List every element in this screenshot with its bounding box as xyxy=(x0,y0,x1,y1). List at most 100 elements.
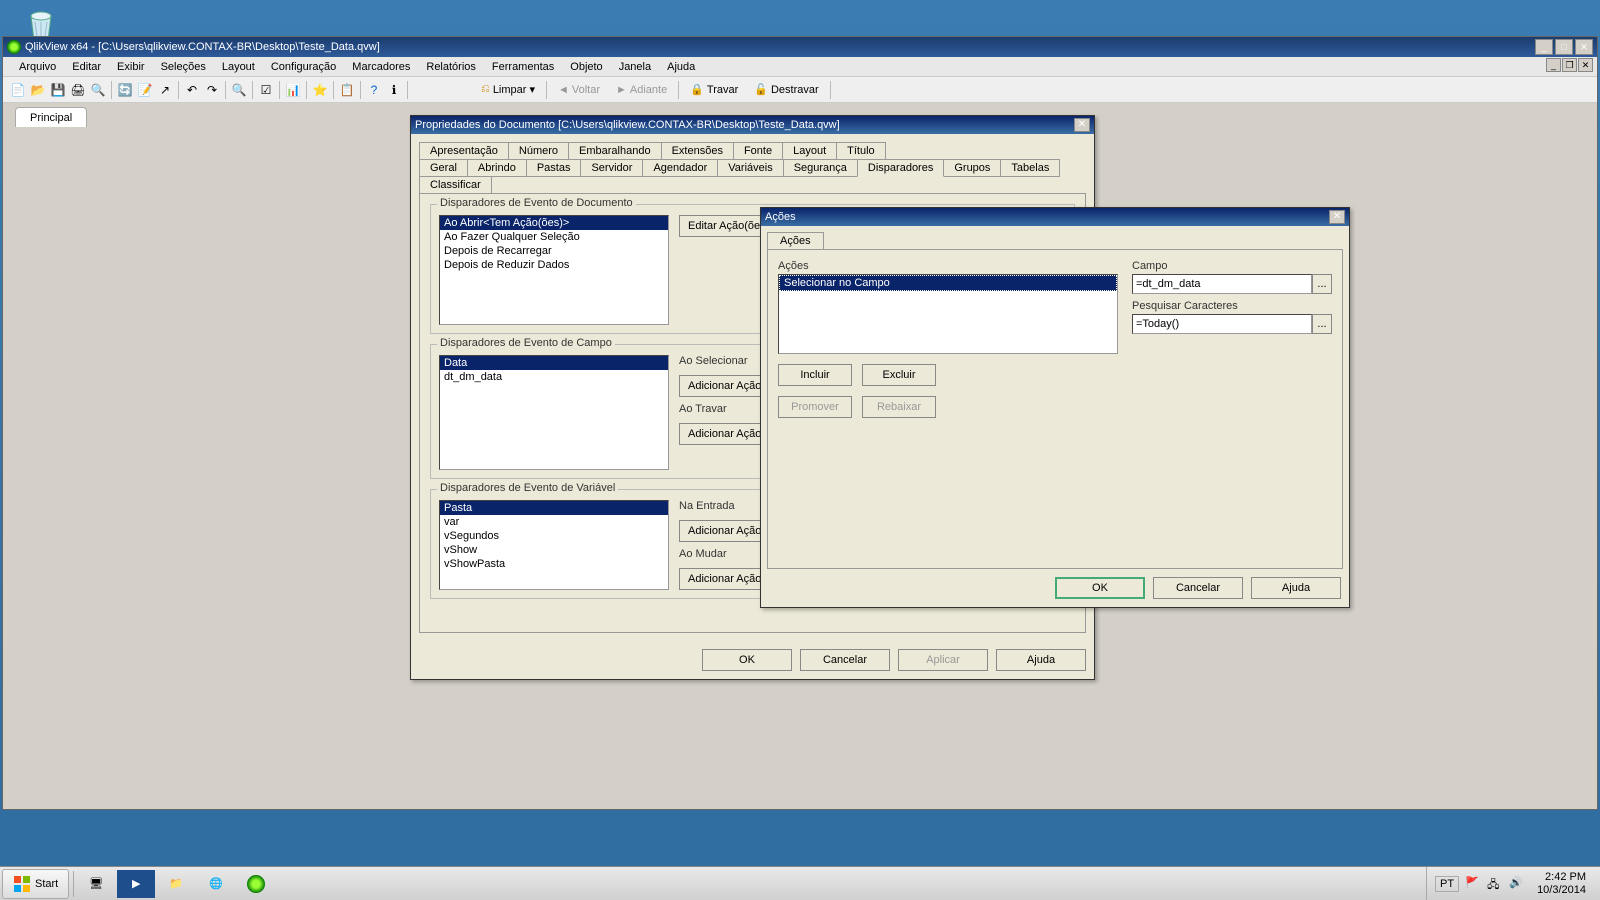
incluir-button[interactable]: Incluir xyxy=(778,364,852,386)
apply-button[interactable]: Aplicar xyxy=(898,649,988,671)
maximize-button[interactable]: □ xyxy=(1555,39,1573,55)
minimize-button[interactable]: _ xyxy=(1535,39,1553,55)
edit-script-icon[interactable]: 📝 xyxy=(136,81,154,99)
campo-input[interactable] xyxy=(1132,274,1312,294)
tab-variaveis[interactable]: Variáveis xyxy=(717,159,783,177)
chart-wizard-icon[interactable]: 📊 xyxy=(284,81,302,99)
task-qlikview[interactable] xyxy=(237,870,275,898)
language-indicator[interactable]: PT xyxy=(1435,876,1459,892)
tab-titulo[interactable]: Título xyxy=(836,142,886,160)
tab-fonte[interactable]: Fonte xyxy=(733,142,783,160)
list-item[interactable]: Data xyxy=(440,356,668,370)
task-server-manager[interactable]: 🖥 xyxy=(77,870,115,898)
list-item[interactable]: Depois de Reduzir Dados xyxy=(440,258,668,272)
list-item[interactable]: Ao Fazer Qualquer Seleção xyxy=(440,230,668,244)
close-button[interactable]: ✕ xyxy=(1575,39,1593,55)
tab-numero[interactable]: Número xyxy=(508,142,569,160)
tab-grupos[interactable]: Grupos xyxy=(943,159,1001,177)
campo-browse-button[interactable]: ... xyxy=(1312,274,1332,294)
list-item[interactable]: var xyxy=(440,515,668,529)
menu-relatorios[interactable]: Relatórios xyxy=(418,59,484,75)
reload-icon[interactable]: 🔄 xyxy=(116,81,134,99)
travar-button[interactable]: 🔒Travar xyxy=(683,81,745,98)
undo-icon[interactable]: ↶ xyxy=(183,81,201,99)
ok-button[interactable]: OK xyxy=(1055,577,1145,599)
help-icon[interactable]: ? xyxy=(365,81,383,99)
list-item[interactable]: Pasta xyxy=(440,501,668,515)
menu-ajuda[interactable]: Ajuda xyxy=(659,59,703,75)
task-explorer[interactable]: 📁 xyxy=(157,870,195,898)
menu-objeto[interactable]: Objeto xyxy=(562,59,610,75)
ok-button[interactable]: OK xyxy=(702,649,792,671)
close-icon[interactable]: ✕ xyxy=(1329,210,1345,224)
destravar-button[interactable]: 🔓Destravar xyxy=(747,81,825,98)
excluir-button[interactable]: Excluir xyxy=(862,364,936,386)
tab-apresentacao[interactable]: Apresentação xyxy=(419,142,509,160)
cancel-button[interactable]: Cancelar xyxy=(1153,577,1243,599)
clock[interactable]: 2:42 PM 10/3/2014 xyxy=(1531,871,1592,895)
action-item[interactable]: Selecionar no Campo xyxy=(779,275,1117,291)
help-button[interactable]: Ajuda xyxy=(996,649,1086,671)
start-button[interactable]: Start xyxy=(2,869,69,899)
document-triggers-list[interactable]: Ao Abrir<Tem Ação(ões)> Ao Fazer Qualque… xyxy=(439,215,669,325)
list-item[interactable]: Ao Abrir<Tem Ação(ões)> xyxy=(440,216,668,230)
list-item[interactable]: vShowPasta xyxy=(440,557,668,571)
search-icon[interactable]: 🔍 xyxy=(230,81,248,99)
tab-disparadores[interactable]: Disparadores xyxy=(857,159,944,177)
new-icon[interactable]: 📄 xyxy=(9,81,27,99)
list-item[interactable]: vShow xyxy=(440,543,668,557)
dialog-titlebar[interactable]: Propriedades do Documento [C:\Users\qlik… xyxy=(411,116,1094,134)
print-preview-icon[interactable]: 🔍 xyxy=(89,81,107,99)
tray-sound-icon[interactable]: 🔊 xyxy=(1509,876,1525,892)
voltar-button[interactable]: ◄Voltar xyxy=(551,82,607,98)
print-icon[interactable]: 🖨 xyxy=(69,81,87,99)
tab-extensoes[interactable]: Extensões xyxy=(661,142,734,160)
list-item[interactable]: dt_dm_data xyxy=(440,370,668,384)
tab-classificar[interactable]: Classificar xyxy=(419,176,492,194)
sheet-tab-principal[interactable]: Principal xyxy=(15,107,87,128)
tab-layout[interactable]: Layout xyxy=(782,142,837,160)
tab-servidor[interactable]: Servidor xyxy=(580,159,643,177)
bookmark-add-icon[interactable]: ⭐ xyxy=(311,81,329,99)
tab-pastas[interactable]: Pastas xyxy=(526,159,582,177)
tab-geral[interactable]: Geral xyxy=(419,159,468,177)
tab-agendador[interactable]: Agendador xyxy=(642,159,718,177)
redo-icon[interactable]: ↷ xyxy=(203,81,221,99)
adiante-button[interactable]: ►Adiante xyxy=(609,82,674,98)
notes-icon[interactable]: 📋 xyxy=(338,81,356,99)
close-icon[interactable]: ✕ xyxy=(1074,118,1090,132)
tab-embaralhando[interactable]: Embaralhando xyxy=(568,142,662,160)
tray-flag-icon[interactable]: 🚩 xyxy=(1465,876,1481,892)
save-icon[interactable]: 💾 xyxy=(49,81,67,99)
tab-seguranca[interactable]: Segurança xyxy=(783,159,858,177)
menu-selecoes[interactable]: Seleções xyxy=(153,59,214,75)
promover-button[interactable]: Promover xyxy=(778,396,852,418)
list-item[interactable]: vSegundos xyxy=(440,529,668,543)
cancel-button[interactable]: Cancelar xyxy=(800,649,890,671)
mdi-restore[interactable]: ❐ xyxy=(1562,58,1577,72)
rebaixar-button[interactable]: Rebaixar xyxy=(862,396,936,418)
app-titlebar[interactable]: QlikView x64 - [C:\Users\qlikview.CONTAX… xyxy=(3,37,1597,57)
tray-network-icon[interactable]: 🖧 xyxy=(1487,876,1503,892)
table-viewer-icon[interactable]: ↗ xyxy=(156,81,174,99)
menu-editar[interactable]: Editar xyxy=(64,59,109,75)
tab-tabelas[interactable]: Tabelas xyxy=(1000,159,1060,177)
open-icon[interactable]: 📂 xyxy=(29,81,47,99)
variable-triggers-list[interactable]: Pasta var vSegundos vShow vShowPasta xyxy=(439,500,669,590)
pesquisar-browse-button[interactable]: ... xyxy=(1312,314,1332,334)
menu-configuracao[interactable]: Configuração xyxy=(263,59,344,75)
task-unknown[interactable]: 🌐 xyxy=(197,870,235,898)
menu-ferramentas[interactable]: Ferramentas xyxy=(484,59,562,75)
menu-layout[interactable]: Layout xyxy=(214,59,263,75)
task-powershell[interactable]: ▶ xyxy=(117,870,155,898)
dialog-titlebar[interactable]: Ações ✕ xyxy=(761,208,1349,226)
actions-list[interactable]: Selecionar no Campo xyxy=(778,274,1118,354)
current-selections-icon[interactable]: ☑ xyxy=(257,81,275,99)
whats-this-icon[interactable]: ℹ xyxy=(385,81,403,99)
mdi-close[interactable]: ✕ xyxy=(1578,58,1593,72)
tab-acoes[interactable]: Ações xyxy=(767,232,824,249)
tab-abrindo[interactable]: Abrindo xyxy=(467,159,527,177)
list-item[interactable]: Depois de Recarregar xyxy=(440,244,668,258)
field-triggers-list[interactable]: Data dt_dm_data xyxy=(439,355,669,470)
mdi-minimize[interactable]: _ xyxy=(1546,58,1561,72)
